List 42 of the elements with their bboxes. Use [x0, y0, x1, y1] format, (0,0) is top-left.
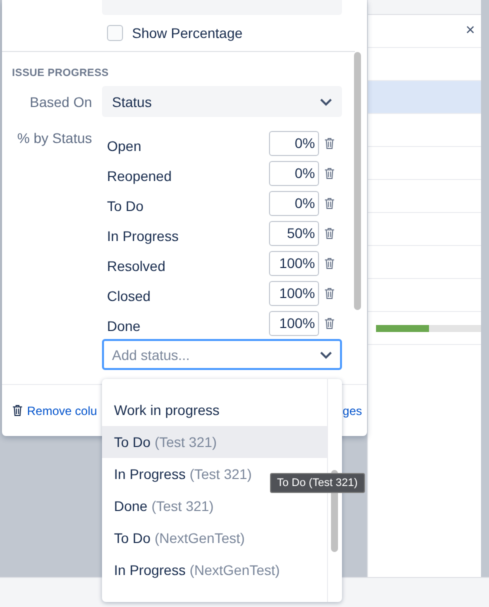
status-name: To Do: [106, 198, 145, 214]
trash-icon[interactable]: [324, 286, 335, 300]
trash-icon[interactable]: [324, 256, 335, 270]
percent-field[interactable]: 50%: [269, 220, 319, 246]
close-button[interactable]: ×: [464, 23, 477, 39]
field-label: Based On: [28, 94, 92, 110]
percent-field[interactable]: 100%: [269, 250, 319, 276]
status-name: Open: [106, 138, 142, 154]
table-row[interactable]: [368, 81, 481, 114]
section-title: ISSUE PROGRESS: [12, 67, 110, 79]
trash-icon[interactable]: [324, 166, 335, 180]
checkbox[interactable]: [107, 25, 123, 41]
field-label: % by Status: [16, 130, 92, 146]
percent-field[interactable]: 100%: [269, 310, 319, 336]
trash-icon[interactable]: [324, 316, 335, 330]
checkbox-label: Show Percentage: [132, 25, 243, 41]
add-status-field[interactable]: Add status...: [102, 339, 342, 370]
trash-icon[interactable]: [324, 136, 335, 150]
chevron-down-icon: [320, 98, 332, 106]
status-name: Reopened: [106, 168, 173, 184]
percent-field[interactable]: 0%: [269, 160, 319, 186]
percent-field[interactable]: 100%: [269, 280, 319, 306]
based-on-select[interactable]: Status: [102, 86, 342, 117]
dropdown-option[interactable]: Work in progress: [102, 394, 327, 426]
percent-field[interactable]: 0%: [269, 190, 319, 216]
status-name: Done: [106, 318, 142, 334]
dropdown-option[interactable]: In Progress (NextGenTest): [102, 554, 327, 586]
percent-field[interactable]: 0%: [269, 130, 319, 156]
status-name: Closed: [106, 288, 152, 304]
status-name: In Progress: [106, 228, 180, 244]
scrollbar-thumb[interactable]: [354, 52, 361, 310]
trash-icon: [12, 404, 23, 417]
dropdown-option[interactable]: Done (Test 321): [102, 490, 327, 522]
trash-icon[interactable]: [324, 196, 335, 210]
dropdown-option[interactable]: To Do (Test 321): [102, 426, 327, 458]
tooltip: To Do (Test 321): [270, 473, 365, 493]
remove-column-link[interactable]: Remove colu: [12, 404, 98, 418]
chevron-down-icon: [320, 350, 332, 358]
dropdown-option[interactable]: To Do (NextGenTest): [102, 522, 327, 554]
status-name: Resolved: [106, 258, 166, 274]
trash-icon[interactable]: [324, 226, 335, 240]
footer-link[interactable]: ges: [342, 404, 362, 418]
